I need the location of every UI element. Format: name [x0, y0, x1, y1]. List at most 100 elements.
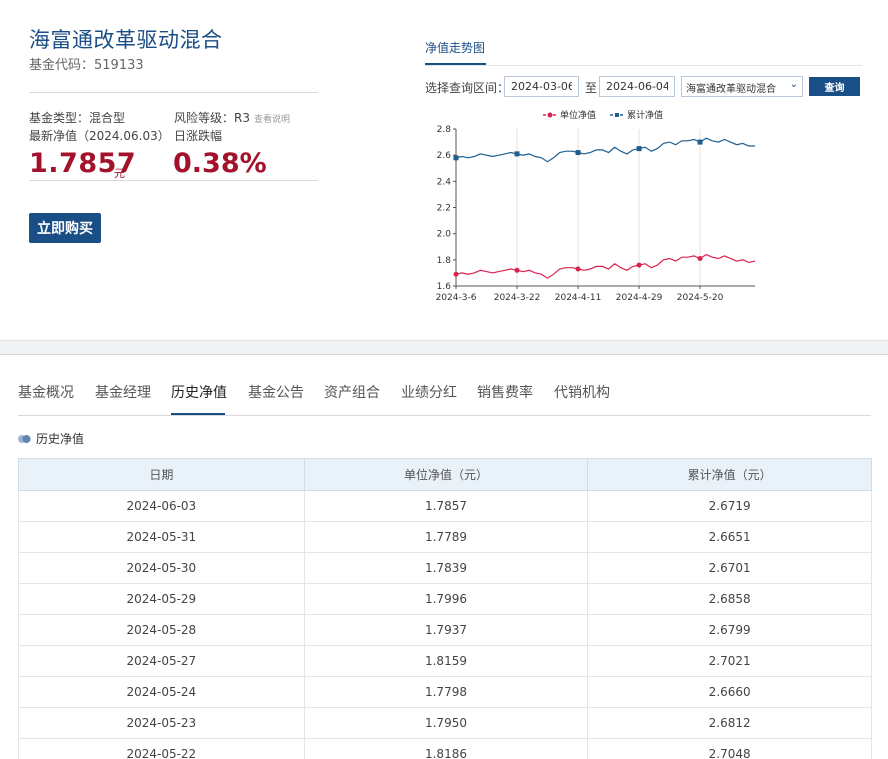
legend-marker: [615, 113, 619, 117]
cell-cumulative-nav: 2.6651: [587, 521, 872, 553]
query-button[interactable]: 查询: [809, 77, 860, 96]
cell-date: 2024-05-30: [18, 552, 305, 584]
tab-nav-chart[interactable]: 净值走势图: [425, 39, 485, 56]
cumulative-nav-line: [455, 137, 755, 163]
tab-active-indicator: [171, 413, 225, 415]
cell-cumulative-nav: 2.6812: [587, 707, 872, 739]
start-date-input[interactable]: [504, 76, 579, 97]
fund-select-value: 海富通改革驱动混合: [686, 84, 776, 95]
table-row: 2024-06-03 1.7857 2.6719: [18, 490, 872, 522]
cell-date: 2024-05-29: [18, 583, 305, 615]
to-label: 至: [585, 81, 598, 95]
legend-label: 单位净值: [560, 109, 596, 121]
cell-date: 2024-06-03: [18, 490, 305, 522]
x-tick-label: 2024-5-20: [677, 293, 724, 303]
y-tick-label: 2.8: [437, 125, 452, 135]
cell-unit-nav: 1.7789: [303, 521, 589, 553]
x-tick-label: 2024-4-29: [616, 293, 663, 303]
end-date-input[interactable]: [599, 76, 675, 97]
cell-date: 2024-05-27: [18, 645, 305, 677]
unit-nav-line: [455, 253, 756, 279]
divider: [29, 180, 318, 181]
cell-cumulative-nav: 2.6660: [587, 676, 872, 708]
y-tick-label: 2.4: [437, 177, 452, 187]
cumulative-nav-point: [697, 139, 703, 145]
table-row: 2024-05-23 1.7950 2.6812: [18, 707, 872, 739]
cumulative-nav-point: [514, 151, 520, 157]
cell-unit-nav: 1.7937: [303, 614, 589, 646]
cell-unit-nav: 1.7996: [303, 583, 589, 615]
y-tick-label: 2.2: [437, 204, 451, 214]
tab-portfolio[interactable]: 资产组合: [324, 382, 380, 402]
cumulative-nav-point: [636, 146, 642, 152]
table-row: 2024-05-29 1.7996 2.6858: [18, 583, 872, 615]
table-header-row: 日期 单位净值（元） 累计净值（元）: [18, 458, 872, 491]
cell-unit-nav: 1.8159: [303, 645, 589, 677]
cell-cumulative-nav: 2.6701: [587, 552, 872, 584]
daily-change-label: 日涨跌幅: [174, 129, 223, 143]
x-tick-label: 2024-3-22: [494, 293, 541, 303]
cell-cumulative-nav: 2.7048: [587, 738, 872, 759]
fund-code: 基金代码：519133: [29, 58, 144, 73]
section-bullet-icon: [18, 435, 31, 443]
y-tick-label: 2.6: [437, 151, 452, 161]
history-title-text: 历史净值: [36, 432, 85, 446]
tab-fees[interactable]: 销售费率: [477, 382, 533, 402]
cumulative-nav-point: [453, 155, 459, 161]
unit-nav-point: [575, 266, 581, 272]
y-tick-label: 2.0: [437, 230, 452, 240]
cell-unit-nav: 1.8186: [303, 738, 589, 759]
cell-cumulative-nav: 2.6858: [587, 583, 872, 615]
fund-select[interactable]: 海富通改革驱动混合 ⌄: [681, 76, 803, 97]
x-tick-label: 2024-4-11: [555, 293, 602, 303]
cell-cumulative-nav: 2.6719: [587, 490, 872, 522]
section-separator: [0, 340, 888, 355]
tab-announcements[interactable]: 基金公告: [248, 382, 304, 402]
table-row: 2024-05-27 1.8159 2.7021: [18, 645, 872, 677]
cell-unit-nav: 1.7857: [303, 490, 589, 522]
risk-level: 风险等级：R3 查看说明: [174, 109, 290, 126]
history-section-title: 历史净值: [18, 430, 84, 447]
table-row: 2024-05-22 1.8186 2.7048: [18, 738, 872, 759]
tab-distributors[interactable]: 代销机构: [554, 382, 610, 402]
cell-cumulative-nav: 2.7021: [587, 645, 872, 677]
history-nav-table: 日期 单位净值（元） 累计净值（元） 2024-06-03 1.7857 2.671…: [18, 458, 872, 759]
latest-nav-label: 最新净值（2024.06.03）: [29, 129, 170, 143]
cell-date: 2024-05-28: [18, 614, 305, 646]
divider: [425, 65, 862, 66]
cell-date: 2024-05-24: [18, 676, 305, 708]
column-header-date: 日期: [18, 458, 305, 491]
daily-change-value: 0.38%: [173, 148, 267, 179]
column-header-cumulative-nav: 累计净值（元）: [587, 458, 872, 491]
x-tick-label: 2024-3-6: [436, 293, 477, 303]
nav-unit: 元: [114, 167, 125, 180]
unit-nav-point: [697, 256, 703, 262]
column-header-unit-nav: 单位净值（元）: [303, 458, 589, 491]
cumulative-nav-point: [575, 150, 581, 156]
cell-unit-nav: 1.7839: [303, 552, 589, 584]
y-tick-label: 1.6: [437, 282, 452, 292]
table-row: 2024-05-31 1.7789 2.6651: [18, 521, 872, 553]
cell-cumulative-nav: 2.6799: [587, 614, 872, 646]
table-row: 2024-05-24 1.7798 2.6660: [18, 676, 872, 708]
tab-dividends[interactable]: 业绩分红: [401, 382, 457, 402]
legend-label: 累计净值: [627, 109, 663, 121]
cell-date: 2024-05-31: [18, 521, 305, 553]
unit-nav-point: [636, 262, 642, 268]
risk-explain-link[interactable]: 查看说明: [254, 115, 290, 125]
query-range-label: 选择查询区间：: [425, 81, 510, 95]
chevron-down-icon: ⌄: [789, 79, 798, 90]
table-row: 2024-05-28 1.7937 2.6799: [18, 614, 872, 646]
cell-date: 2024-05-23: [18, 707, 305, 739]
tab-managers[interactable]: 基金经理: [95, 382, 151, 402]
fund-detail-tabs: 基金概况 基金经理 历史净值 基金公告 资产组合 业绩分红 销售费率 代销机构: [18, 370, 871, 416]
fund-name: 海富通改革驱动混合: [29, 28, 223, 52]
unit-nav-point: [514, 267, 520, 273]
unit-nav-point: [453, 271, 459, 277]
tab-history-nav[interactable]: 历史净值: [171, 382, 227, 402]
tab-overview[interactable]: 基金概况: [18, 382, 74, 402]
cell-date: 2024-05-22: [18, 738, 305, 759]
buy-now-button[interactable]: 立即购买: [29, 213, 101, 243]
legend-marker: [547, 112, 553, 118]
cell-unit-nav: 1.7798: [303, 676, 589, 708]
